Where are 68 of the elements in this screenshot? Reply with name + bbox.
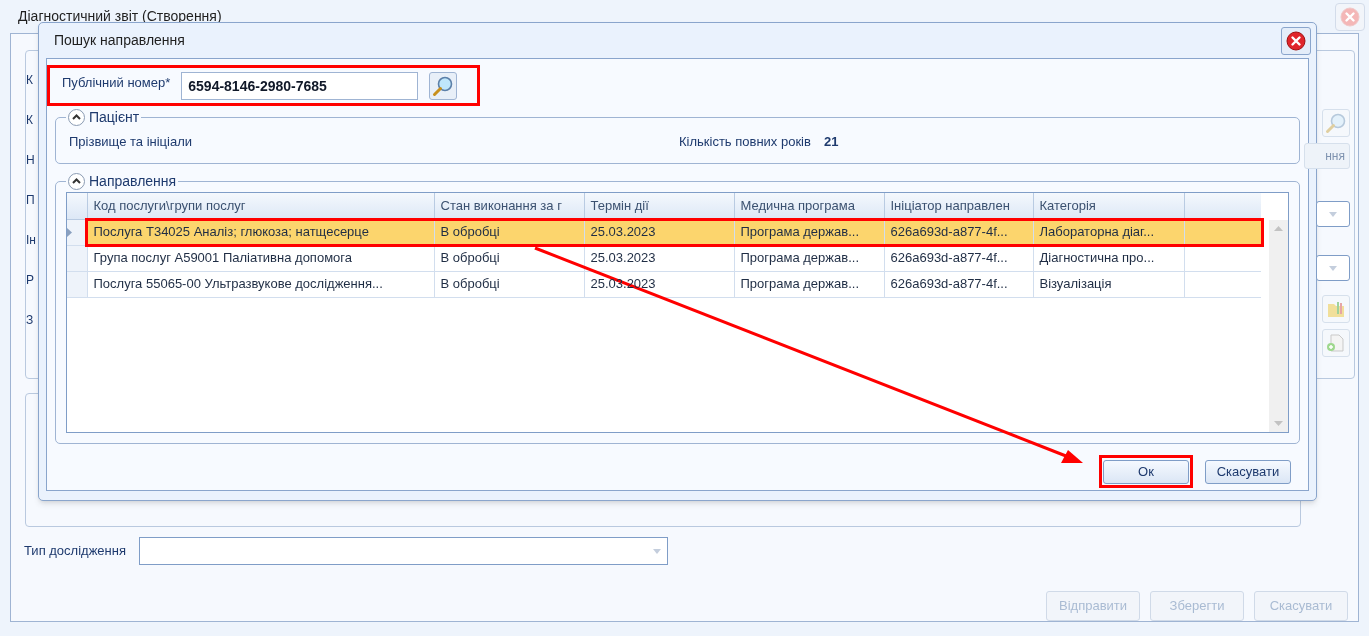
table-cell: 25.03.2023 [584, 219, 734, 245]
close-icon [1340, 6, 1360, 27]
search-icon [1325, 112, 1347, 134]
scroll-down-icon[interactable] [1274, 421, 1283, 426]
scrollbar[interactable] [1269, 220, 1288, 432]
table-cell: Візуалізація [1033, 271, 1184, 297]
search-button[interactable] [1322, 109, 1350, 137]
folder-button[interactable] [1322, 295, 1350, 323]
field-label: П [26, 192, 35, 209]
group-title: Пацієнт [89, 107, 140, 127]
dropdown-arrow-icon [1329, 211, 1337, 217]
column-header[interactable]: Медична програма [734, 193, 884, 219]
table-cell: Послуга 55065-00 Ультразвукове дослідження... [87, 271, 434, 297]
table-cell: Група послуг А59001 Паліативна допомога [87, 245, 434, 271]
field-label: Н [26, 152, 35, 169]
dropdown-arrow-icon [653, 548, 661, 554]
dialog-button[interactable]: Ок [1103, 459, 1189, 484]
table-cell: В обробці [434, 219, 584, 245]
field-label: Публічний номер* [62, 74, 171, 92]
table-cell: Програма держав... [734, 219, 884, 245]
column-header[interactable]: Категорія [1033, 193, 1184, 219]
collapse-toggle[interactable] [68, 172, 85, 190]
column-header[interactable]: Ініціатор направлен [884, 193, 1033, 219]
dropdown-field[interactable] [1316, 201, 1350, 227]
dropdown-field[interactable] [139, 537, 668, 565]
table-cell: Лабораторна діаг... [1033, 219, 1184, 245]
group-title: Направлення [89, 171, 177, 191]
column-header[interactable]: Термін дії [584, 193, 734, 219]
dialog-title: Пошук направлення [54, 31, 185, 50]
table-cell: Програма держав... [734, 271, 884, 297]
field-label: К [26, 72, 33, 89]
folder-icon [1326, 299, 1346, 319]
dropdown-arrow-icon [1329, 265, 1337, 271]
field-label: З [26, 312, 34, 329]
column-header[interactable]: Стан виконання за г [434, 193, 584, 219]
table-cell: Програма держав... [734, 245, 884, 271]
field-label: Ін [26, 232, 36, 249]
table-row[interactable]: Група послуг А59001 Паліативна допомога В обробці 25.03.2023 Програма держав... 626a693d-a877-4f... Діагностична про... [67, 245, 1261, 271]
field-label: Прізвище та ініціали [69, 133, 192, 152]
chevron-icon [72, 114, 81, 120]
new-document-button[interactable] [1322, 329, 1350, 357]
scroll-up-icon[interactable] [1274, 226, 1283, 231]
close-button[interactable] [1281, 26, 1311, 55]
document-plus-icon [1326, 333, 1346, 353]
dropdown-field[interactable] [1316, 255, 1350, 281]
table-cell: Послуга Т34025 Аналіз; глюкоза; натщесерце [87, 219, 434, 245]
search-icon [432, 74, 455, 97]
age-value: 21 [823, 133, 839, 152]
table-cell: 626a693d-a877-4f... [884, 271, 1033, 297]
collapse-toggle[interactable] [68, 108, 85, 126]
close-icon [1286, 30, 1306, 51]
table-cell: В обробці [434, 245, 584, 271]
field-label: Тип дослідження [24, 542, 126, 561]
table-cell: 626a693d-a877-4f... [884, 219, 1033, 245]
dialog-button[interactable]: Скасувати [1205, 459, 1291, 484]
search-button[interactable] [429, 71, 458, 100]
window-title: Діагностичний звіт (Створення) [18, 7, 222, 26]
table-cell: 626a693d-a877-4f... [884, 245, 1033, 271]
chevron-icon [72, 178, 81, 184]
table-cell: 25.03.2023 [584, 245, 734, 271]
column-header[interactable]: Код послуги\групи послуг [87, 193, 434, 219]
field-label: Р [26, 272, 34, 289]
public-number-field[interactable]: 6594-8146-2980-7685 [181, 71, 419, 100]
field-label: Кількість повних років [679, 133, 811, 152]
table-cell: В обробці [434, 271, 584, 297]
field-label: К [26, 112, 33, 129]
table-row[interactable]: Послуга Т34025 Аналіз; глюкоза; натщесерце В обробці 25.03.2023 Програма держав... 626a693d-a877-4f... Лабораторна діаг... [67, 219, 1261, 245]
table-cell: Діагностична про... [1033, 245, 1184, 271]
